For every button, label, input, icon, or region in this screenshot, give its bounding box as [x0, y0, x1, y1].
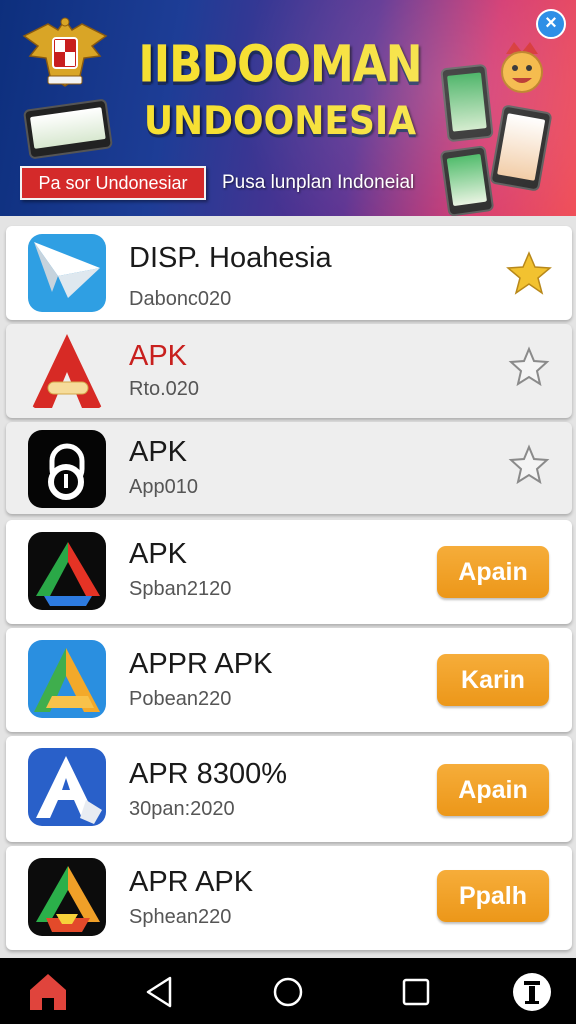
banner-title: IIBDOOMAN: [138, 35, 422, 95]
app-name: APR 8300%: [129, 758, 287, 790]
close-icon[interactable]: ×: [536, 9, 566, 39]
list-item[interactable]: APK App010: [6, 422, 572, 514]
phone-illustration-icon: [489, 104, 553, 192]
list-item[interactable]: APK Spban2120 Apain: [6, 520, 572, 624]
blue-a-icon: [28, 748, 106, 826]
home-circle-icon[interactable]: [266, 970, 310, 1014]
green-a-icon: [28, 640, 106, 718]
app-subtitle: Rto.020: [129, 378, 200, 400]
app-subtitle: Dabonc020: [129, 288, 232, 310]
app-subtitle: 30pan:2020: [129, 798, 235, 820]
list-item[interactable]: DISP. Hoahesia Dabonc020: [6, 226, 572, 320]
recents-icon[interactable]: [394, 970, 438, 1014]
paper-plane-icon: [28, 234, 106, 312]
app-name: APK: [129, 340, 188, 372]
app-subtitle: App010: [129, 476, 198, 498]
red-a-icon: [28, 332, 106, 410]
action-button[interactable]: Ppalh: [437, 870, 549, 922]
phone-illustration-icon: [439, 145, 495, 216]
phone-illustration-icon: [22, 98, 114, 160]
app-name: APK: [129, 538, 188, 570]
app-name: APK: [129, 436, 188, 468]
app-name: DISP. Hoahesia: [129, 242, 332, 274]
app-list[interactable]: DISP. Hoahesia Dabonc020 APK Rto.020 APK…: [0, 216, 576, 958]
home-icon[interactable]: [26, 970, 70, 1014]
action-button[interactable]: Apain: [437, 764, 549, 816]
action-button[interactable]: Karin: [437, 654, 549, 706]
star-filled-icon[interactable]: [506, 250, 552, 296]
app-subtitle: Pobean220: [129, 688, 232, 710]
action-button[interactable]: Apain: [437, 546, 549, 598]
back-icon[interactable]: [138, 970, 182, 1014]
star-outline-icon[interactable]: [506, 344, 552, 390]
app-subtitle: Spban2120: [129, 578, 232, 600]
list-item[interactable]: APR APK Sphean220 Ppalh: [6, 846, 572, 950]
banner-subtitle: UNDOONESIA: [143, 98, 417, 144]
mascot-icon: [501, 42, 543, 93]
list-item[interactable]: APR 8300% 30pan:2020 Apain: [6, 736, 572, 842]
promo-banner[interactable]: IIBDOOMAN UNDOONESIA Pa sor Undonesiar P…: [0, 0, 576, 216]
banner-tagline: Pusa lunplan Indoneial: [222, 172, 415, 193]
info-icon[interactable]: [510, 970, 554, 1014]
app-name: APPR APK: [129, 648, 273, 680]
drive-icon: [28, 858, 106, 936]
garuda-emblem-icon: [22, 17, 108, 87]
system-nav-bar: [0, 958, 576, 1024]
app-name: APR APK: [129, 866, 254, 898]
list-item[interactable]: APK Rto.020: [6, 324, 572, 418]
app-subtitle: Sphean220: [129, 906, 232, 928]
banner-chip[interactable]: Pa sor Undonesiar: [20, 166, 206, 200]
list-item[interactable]: APPR APK Pobean220 Karin: [6, 628, 572, 732]
star-outline-icon[interactable]: [506, 442, 552, 488]
triangle-a-icon: [28, 532, 106, 610]
padlock-icon: [28, 430, 106, 508]
phone-illustration-icon: [440, 63, 494, 143]
